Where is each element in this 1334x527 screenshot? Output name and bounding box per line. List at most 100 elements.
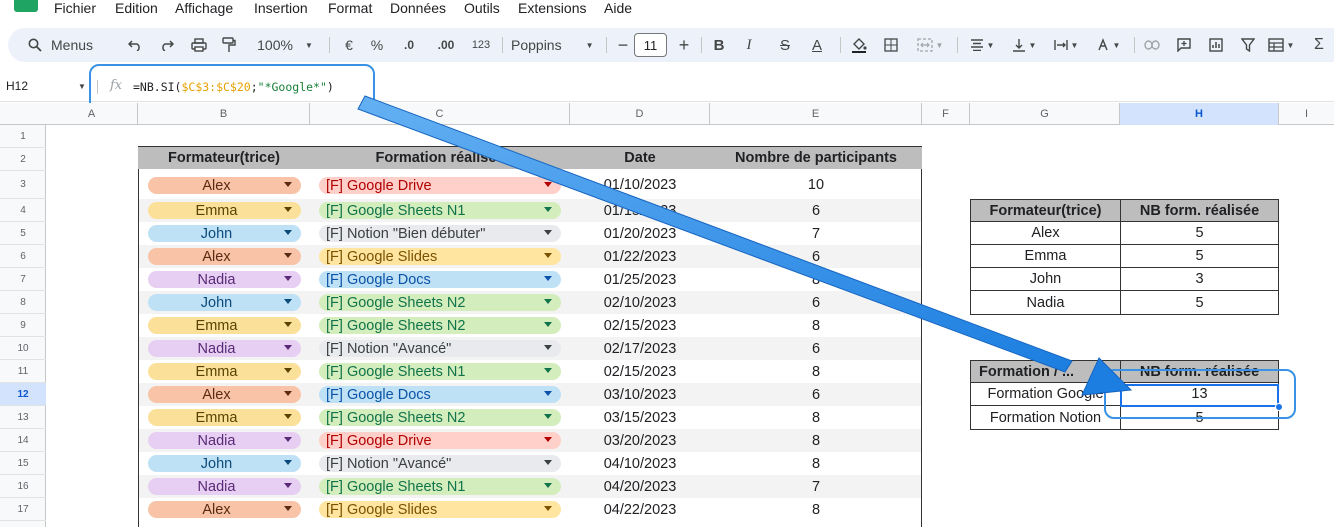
formation-chip[interactable]: [F] Notion "Avancé" — [319, 455, 561, 472]
menu-edition[interactable]: Edition — [115, 0, 158, 16]
date-cell[interactable]: 04/20/2023 — [570, 475, 710, 498]
functions-button[interactable]: Σ — [1308, 28, 1330, 62]
formation-chip[interactable]: [F] Notion "Avancé" — [319, 340, 561, 357]
participants-cell[interactable]: 6 — [710, 245, 922, 268]
row-header-1[interactable]: 1 — [0, 125, 46, 148]
dropdown-arrow-icon[interactable] — [544, 253, 552, 258]
menu-outils[interactable]: Outils — [464, 0, 500, 16]
summary-formation-name[interactable]: Formation Google — [971, 383, 1121, 406]
formation-chip[interactable]: [F] Google Sheets N1 — [319, 363, 561, 380]
number-format-button[interactable]: 123 — [466, 28, 496, 62]
dropdown-arrow-icon[interactable] — [284, 230, 292, 235]
summary-trainer-count[interactable]: 5 — [1121, 222, 1278, 245]
text-color-button[interactable]: A — [806, 28, 828, 62]
dropdown-arrow-icon[interactable] — [284, 276, 292, 281]
menu-insertion[interactable]: Insertion — [254, 0, 308, 16]
summary-trainer-count[interactable]: 5 — [1121, 245, 1278, 268]
trainer-chip[interactable]: Emma — [148, 363, 301, 380]
dropdown-arrow-icon[interactable] — [284, 460, 292, 465]
dropdown-arrow-icon[interactable] — [284, 299, 292, 304]
sheets-logo-icon[interactable] — [14, 0, 38, 12]
row-header-2[interactable]: 2 — [0, 148, 46, 171]
row-header-12[interactable]: 12 — [0, 383, 46, 406]
text-wrapping-button[interactable]: ▼ — [1048, 28, 1084, 62]
formation-chip[interactable]: [F] Notion "Bien débuter" — [319, 225, 561, 242]
summary-trainer-name[interactable]: Emma — [971, 245, 1121, 268]
increase-decimal-button[interactable]: .00 — [431, 28, 461, 62]
formation-chip[interactable]: [F] Google Sheets N2 — [319, 294, 561, 311]
dropdown-arrow-icon[interactable] — [544, 345, 552, 350]
dropdown-arrow-icon[interactable] — [544, 230, 552, 235]
row-header-16[interactable]: 16 — [0, 475, 46, 498]
column-header-b[interactable]: B — [138, 103, 310, 125]
trainer-chip[interactable]: John — [148, 225, 301, 242]
participants-cell[interactable]: 8 — [710, 429, 922, 452]
date-cell[interactable]: 02/10/2023 — [570, 291, 710, 314]
participants-cell[interactable]: 8 — [710, 406, 922, 429]
filter-button[interactable] — [1237, 28, 1259, 62]
name-box[interactable]: H12 — [6, 79, 28, 93]
zoom-select[interactable]: 100% ▼ — [252, 28, 318, 62]
date-cell[interactable]: 02/15/2023 — [570, 360, 710, 383]
caret-down-icon[interactable]: ▼ — [78, 82, 86, 91]
dropdown-arrow-icon[interactable] — [284, 322, 292, 327]
strikethrough-button[interactable]: S — [774, 28, 796, 62]
date-cell[interactable]: 02/15/2023 — [570, 314, 710, 337]
dropdown-arrow-icon[interactable] — [544, 207, 552, 212]
formation-chip[interactable]: [F] Google Sheets N2 — [319, 409, 561, 426]
column-header-a[interactable]: A — [46, 103, 138, 125]
dropdown-arrow-icon[interactable] — [284, 368, 292, 373]
row-header-5[interactable]: 5 — [0, 222, 46, 245]
dropdown-arrow-icon[interactable] — [284, 483, 292, 488]
borders-button[interactable] — [880, 28, 902, 62]
date-cell[interactable]: 04/10/2023 — [570, 452, 710, 475]
insert-chart-button[interactable] — [1205, 28, 1227, 62]
trainer-chip[interactable]: Emma — [148, 409, 301, 426]
trainer-chip[interactable]: Nadia — [148, 432, 301, 449]
participants-cell[interactable]: 6 — [710, 199, 922, 222]
menu-extensions[interactable]: Extensions — [518, 0, 586, 16]
trainer-chip[interactable]: Emma — [148, 202, 301, 219]
row-header-13[interactable]: 13 — [0, 406, 46, 429]
print-button[interactable] — [188, 28, 210, 62]
menu-affichage[interactable]: Affichage — [175, 0, 233, 16]
merge-cells-button[interactable]: ▼ — [912, 28, 948, 62]
row-header-3[interactable]: 3 — [0, 171, 46, 199]
insert-comment-button[interactable] — [1173, 28, 1195, 62]
participants-cell[interactable]: 8 — [710, 314, 922, 337]
formation-chip[interactable]: [F] Google Drive — [319, 432, 561, 449]
dropdown-arrow-icon[interactable] — [284, 437, 292, 442]
vertical-align-button[interactable]: ▼ — [1006, 28, 1042, 62]
date-cell[interactable]: 03/20/2023 — [570, 429, 710, 452]
trainer-chip[interactable]: Nadia — [148, 271, 301, 288]
trainer-chip[interactable]: Alex — [148, 501, 301, 518]
dropdown-arrow-icon[interactable] — [544, 483, 552, 488]
summary-trainer-name[interactable]: Nadia — [971, 291, 1121, 314]
dropdown-arrow-icon[interactable] — [284, 391, 292, 396]
participants-cell[interactable]: 8 — [710, 268, 922, 291]
summary-trainer-count[interactable]: 5 — [1121, 291, 1278, 314]
dropdown-arrow-icon[interactable] — [284, 182, 292, 187]
formation-chip[interactable]: [F] Google Docs — [319, 271, 561, 288]
row-header-14[interactable]: 14 — [0, 429, 46, 452]
font-size-increase-button[interactable]: + — [674, 28, 694, 62]
horizontal-align-button[interactable]: ▼ — [964, 28, 1000, 62]
trainer-chip[interactable]: John — [148, 455, 301, 472]
column-header-c[interactable]: C — [310, 103, 570, 125]
participants-cell[interactable]: 8 — [710, 360, 922, 383]
dropdown-arrow-icon[interactable] — [544, 299, 552, 304]
row-header-7[interactable]: 7 — [0, 268, 46, 291]
paint-format-button[interactable] — [218, 28, 240, 62]
column-header-i[interactable]: I — [1279, 103, 1334, 125]
row-header-6[interactable]: 6 — [0, 245, 46, 268]
insert-link-button[interactable] — [1141, 28, 1163, 62]
participants-cell[interactable]: 6 — [710, 383, 922, 406]
date-cell[interactable]: 01/10/2023 — [570, 171, 710, 199]
row-header-4[interactable]: 4 — [0, 199, 46, 222]
formation-chip[interactable]: [F] Google Docs — [319, 386, 561, 403]
undo-button[interactable] — [124, 28, 146, 62]
trainer-chip[interactable]: Alex — [148, 248, 301, 265]
participants-cell[interactable]: 6 — [710, 337, 922, 360]
dropdown-arrow-icon[interactable] — [544, 276, 552, 281]
currency-format-button[interactable]: € — [338, 28, 360, 62]
